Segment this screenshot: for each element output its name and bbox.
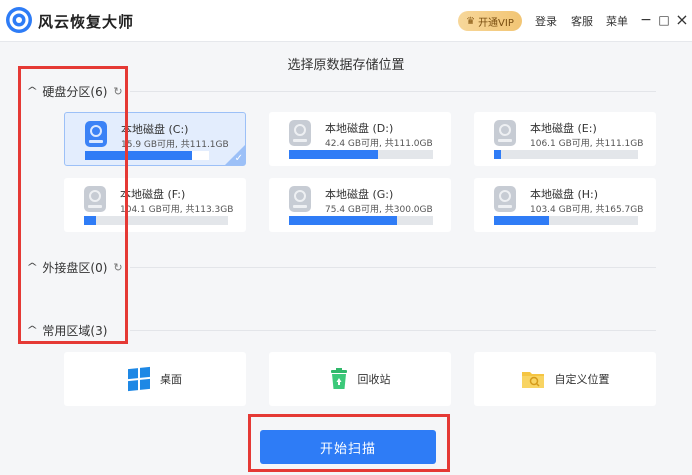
check-icon: ✓ [234,153,243,164]
group-label-external: 外接盘区(0) [42,261,108,275]
minimize-button[interactable]: − [636,9,656,31]
disk-usage: 104.1 GB可用, 共113.3GB [120,205,234,215]
disk-usage-fill [289,150,379,159]
close-button[interactable]: × [672,9,692,31]
disk-card-g[interactable]: 本地磁盘 (G:) 75.4 GB可用, 共300.0GB [269,178,451,232]
disk-drive-icon [84,186,106,212]
menu-link[interactable]: 菜单 [606,13,628,29]
disk-usage-fill [494,216,549,225]
disk-usage-bar [289,216,433,225]
windows-icon [128,366,150,392]
disk-card-d[interactable]: 本地磁盘 (D:) 42.4 GB可用, 共111.0GB [269,112,451,166]
area-card-desktop[interactable]: 桌面 [64,352,246,406]
divider [130,330,656,331]
support-link[interactable]: 客服 [571,13,593,29]
area-card-recycle-bin[interactable]: 回收站 [269,352,451,406]
title-bar: 风云恢复大师 ♛ 开通VIP 登录 客服 菜单 − □ × [0,0,692,42]
chevron-up-icon: ^ [26,262,39,273]
area-label: 桌面 [160,373,182,386]
disk-name: 本地磁盘 (H:) [530,188,599,201]
disk-usage: 103.4 GB可用, 共165.7GB [530,205,644,215]
chevron-up-icon: ^ [26,325,39,336]
disk-name: 本地磁盘 (G:) [325,188,394,201]
vip-label: 开通VIP [478,17,514,29]
maximize-button[interactable]: □ [654,9,674,31]
area-label: 自定义位置 [554,373,610,386]
disk-usage: 42.4 GB可用, 共111.0GB [325,139,433,149]
disk-usage: 15.9 GB可用, 共111.1GB [121,140,229,150]
area-card-custom-location[interactable]: 自定义位置 [474,352,656,406]
disk-usage-bar [84,216,228,225]
disk-card-f[interactable]: 本地磁盘 (F:) 104.1 GB可用, 共113.3GB [64,178,246,232]
vip-button[interactable]: ♛ 开通VIP [458,11,522,31]
disk-usage-bar [494,150,638,159]
group-header-common[interactable]: ^ 常用区域(3) [26,322,108,339]
disk-drive-icon [289,120,311,146]
disk-drive-icon [494,120,516,146]
chevron-up-icon: ^ [26,86,39,97]
group-label-common: 常用区域(3) [42,324,108,338]
disk-name: 本地磁盘 (E:) [530,122,597,135]
disk-usage-fill [289,216,397,225]
login-link[interactable]: 登录 [535,13,557,29]
disk-name: 本地磁盘 (D:) [325,122,394,135]
app-logo-icon [6,7,32,33]
start-scan-button[interactable]: 开始扫描 [260,430,436,464]
page-title: 选择原数据存储位置 [287,58,405,73]
group-label-hard-disk: 硬盘分区(6) [42,85,108,99]
crown-icon: ♛ [466,15,476,27]
area-label: 回收站 [357,373,391,386]
disk-usage-fill [84,216,96,225]
disk-drive-icon [85,121,107,147]
disk-drive-icon [494,186,516,212]
disk-name: 本地磁盘 (F:) [120,188,186,201]
disk-usage-bar [85,151,209,160]
app-title: 风云恢复大师 [38,13,135,31]
disk-usage-fill [85,151,192,160]
refresh-icon[interactable]: ↻ [113,261,122,274]
recycle-bin-icon [330,368,348,390]
disk-card-c[interactable]: 本地磁盘 (C:) 15.9 GB可用, 共111.1GB ✓ [64,112,246,166]
disk-usage: 106.1 GB可用, 共111.1GB [530,139,644,149]
divider [130,267,656,268]
group-header-external[interactable]: ^ 外接盘区(0) ↻ [26,259,122,276]
disk-usage-bar [494,216,638,225]
disk-usage-fill [494,150,502,159]
group-header-hard-disk[interactable]: ^ 硬盘分区(6) ↻ [26,83,122,100]
refresh-icon[interactable]: ↻ [113,85,122,98]
disk-usage: 75.4 GB可用, 共300.0GB [325,205,433,215]
disk-drive-icon [289,186,311,212]
disk-name: 本地磁盘 (C:) [121,123,189,136]
disk-usage-bar [289,150,433,159]
divider [130,91,656,92]
disk-card-e[interactable]: 本地磁盘 (E:) 106.1 GB可用, 共111.1GB [474,112,656,166]
folder-search-icon [521,369,545,389]
disk-card-h[interactable]: 本地磁盘 (H:) 103.4 GB可用, 共165.7GB [474,178,656,232]
